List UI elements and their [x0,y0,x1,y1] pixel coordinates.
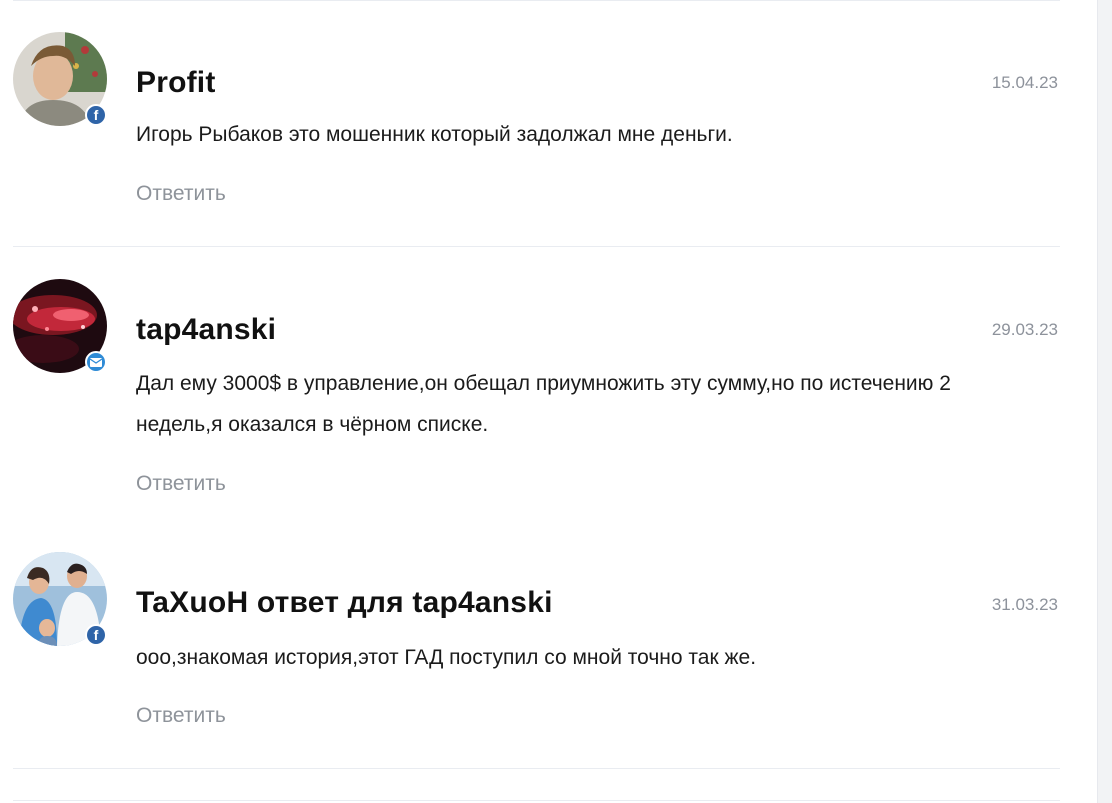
comment-text: Игорь Рыбаков это мошенник который задол… [136,123,733,146]
comment-date: 29.03.23 [991,320,1058,339]
reply-button[interactable]: Ответить [136,704,226,728]
scrollbar-track[interactable] [1097,0,1112,803]
comment-item: tap4anski 29.03.23 Дал ему 3000$ в управ… [13,279,1060,509]
avatar-container [13,279,107,373]
comment-text: Дал ему 3000$ в управление,он обещал при… [136,372,951,436]
comment-item: f TaXuoH ответ для tap4anski 31.03.23 оо… [13,552,1060,742]
bottom-divider [13,800,1060,801]
comment-item: f Profit 15.04.23 Игорь Рыбаков это моше… [13,32,1060,212]
comment-date: 31.03.23 [991,595,1058,614]
comment-text: ооо,знакомая история,этот ГАД поступил с… [136,646,757,669]
mail-icon [85,351,107,373]
comments-page: f Profit 15.04.23 Игорь Рыбаков это моше… [0,0,1112,803]
facebook-icon: f [85,104,107,126]
comment-date: 15.04.23 [991,73,1058,92]
comment-divider [13,768,1060,769]
facebook-glyph: f [93,107,99,123]
reply-button[interactable]: Ответить [136,182,226,206]
top-divider [13,0,1060,1]
comment-author: TaXuoH ответ для tap4anski [136,586,553,619]
comment-divider [13,246,1060,247]
comment-author: tap4anski [136,313,277,346]
reply-button[interactable]: Ответить [136,472,226,496]
avatar-container: f [13,32,107,126]
facebook-icon: f [85,624,107,646]
avatar-container: f [13,552,107,646]
comment-author: Profit [136,66,216,99]
facebook-glyph: f [93,627,99,643]
